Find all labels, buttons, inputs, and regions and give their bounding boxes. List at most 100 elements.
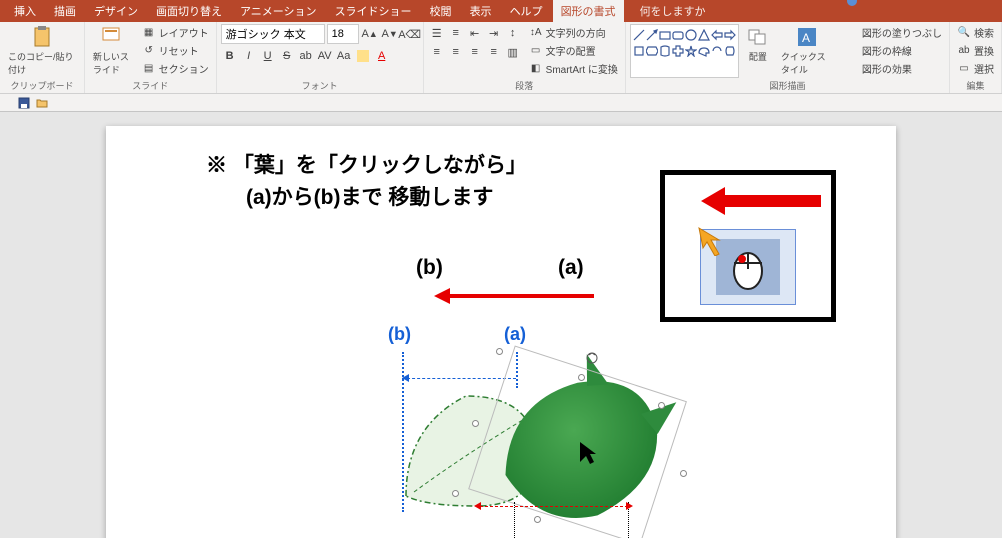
bullets-button[interactable]: ☰ — [428, 24, 446, 42]
section-button[interactable]: ▤セクション — [139, 60, 212, 77]
decrease-font-button[interactable]: A▼ — [381, 25, 399, 43]
sel-handle-mr[interactable] — [680, 470, 687, 477]
effects-icon — [845, 62, 859, 76]
tab-design[interactable]: デザイン — [86, 0, 146, 22]
tab-animations[interactable]: アニメーション — [232, 0, 325, 22]
black-guide-b — [514, 502, 515, 538]
italic-button[interactable]: I — [240, 47, 258, 65]
sel-handle-ml[interactable] — [472, 420, 479, 427]
paste-button[interactable]: このコピー/貼り付け — [4, 24, 80, 78]
clipboard-icon — [31, 26, 53, 48]
tab-shape-format[interactable]: 図形の書式 — [553, 0, 624, 22]
quick-access-bar — [0, 94, 1002, 112]
tell-me[interactable]: 何をしますか — [632, 0, 714, 22]
tab-review[interactable]: 校閲 — [422, 0, 460, 22]
arrange-icon — [747, 26, 769, 48]
group-editing-label: 編集 — [954, 78, 997, 93]
save-icon[interactable] — [18, 97, 30, 109]
replace-button[interactable]: ab置換 — [954, 42, 997, 59]
shapes-gallery[interactable] — [630, 24, 739, 78]
section-icon: ▤ — [142, 62, 156, 76]
quickstyles-icon: A — [796, 26, 818, 48]
group-clipboard-label: クリップボード — [4, 78, 80, 93]
sel-handle-tr[interactable] — [658, 402, 665, 409]
shadow-button[interactable]: ab — [297, 47, 315, 65]
smartart-icon: ◧ — [529, 62, 543, 76]
workspace: ※ 「葉」を「クリックしながら」 (a)から(b)まで 移動します — [0, 112, 1002, 538]
bold-button[interactable]: B — [221, 47, 239, 65]
ribbon: このコピー/貼り付け クリップボード 新しいスライド ▦レイアウト ↺リセット … — [0, 22, 1002, 94]
tab-slideshow[interactable]: スライドショー — [327, 0, 420, 22]
sel-handle-tm[interactable] — [578, 374, 585, 381]
highlight-button[interactable] — [354, 47, 372, 65]
sel-handle-bl[interactable] — [452, 490, 459, 497]
numbering-button[interactable]: ≡ — [447, 24, 465, 42]
spacing-button[interactable]: AV — [316, 47, 334, 65]
font-family-select[interactable] — [221, 24, 325, 44]
case-button[interactable]: Aa — [335, 47, 353, 65]
align-right-button[interactable]: ≡ — [466, 43, 484, 61]
text-direction-icon: ↕A — [529, 26, 543, 40]
replace-icon: ab — [957, 44, 971, 58]
inset-illustration — [660, 170, 836, 322]
font-size-select[interactable] — [327, 24, 359, 44]
folder-icon[interactable] — [36, 97, 48, 109]
reset-button[interactable]: ↺リセット — [139, 42, 212, 59]
red-hdist — [480, 506, 628, 507]
red-arrow-icon — [434, 286, 594, 306]
columns-button[interactable]: ▥ — [504, 43, 522, 61]
group-font-label: フォント — [221, 78, 419, 93]
tab-view[interactable]: 表示 — [462, 0, 500, 22]
text-direction-button[interactable]: ↕A文字列の方向 — [526, 24, 621, 41]
quickstyles-button[interactable]: A クイックスタイル — [777, 24, 838, 78]
label-a-top: (a) — [558, 256, 584, 280]
click-arrow-icon — [697, 226, 727, 256]
label-b-top: (b) — [416, 256, 443, 280]
tab-transitions[interactable]: 画面切り替え — [148, 0, 230, 22]
reset-icon: ↺ — [142, 44, 156, 58]
indent-inc-button[interactable]: ⇥ — [485, 24, 503, 42]
layout-button[interactable]: ▦レイアウト — [139, 24, 212, 41]
svg-text:A: A — [802, 31, 810, 45]
find-button[interactable]: 🔍検索 — [954, 24, 997, 41]
justify-button[interactable]: ≡ — [485, 43, 503, 61]
rotate-handle[interactable] — [586, 352, 598, 364]
select-button[interactable]: ▭選択 — [954, 60, 997, 77]
tab-draw[interactable]: 描画 — [46, 0, 84, 22]
new-slide-icon — [101, 26, 123, 48]
linespacing-button[interactable]: ↕ — [504, 24, 522, 42]
slide-canvas[interactable]: ※ 「葉」を「クリックしながら」 (a)から(b)まで 移動します — [106, 126, 896, 538]
select-icon: ▭ — [957, 62, 971, 76]
sel-handle-bm[interactable] — [534, 516, 541, 523]
tab-insert[interactable]: 挿入 — [6, 0, 44, 22]
mouse-icon — [728, 243, 768, 291]
text-align-icon: ▭ — [529, 44, 543, 58]
shape-effects-button[interactable]: 図形の効果 — [842, 60, 945, 77]
align-left-button[interactable]: ≡ — [428, 43, 446, 61]
label-b-blue: (b) — [388, 324, 411, 345]
group-drawing-label: 図形描画 — [630, 78, 945, 93]
align-center-button[interactable]: ≡ — [447, 43, 465, 61]
text-align-button[interactable]: ▭文字の配置 — [526, 42, 621, 59]
red-arrowhead-r-icon — [626, 502, 633, 510]
new-slide-button[interactable]: 新しいスライド — [89, 24, 135, 78]
underline-button[interactable]: U — [259, 47, 277, 65]
arrange-button[interactable]: 配置 — [743, 24, 773, 65]
red-arrowhead-l-icon — [474, 502, 481, 510]
selection-box — [456, 340, 696, 538]
mouse-selection-box — [700, 229, 796, 305]
instruction-text: ※ 「葉」を「クリックしながら」 (a)から(b)まで 移動します — [206, 150, 527, 213]
smartart-button[interactable]: ◧SmartArt に変換 — [526, 60, 621, 77]
tab-help[interactable]: ヘルプ — [502, 0, 551, 22]
layout-icon: ▦ — [142, 26, 156, 40]
instruction-line2: (a)から(b)まで 移動します — [246, 182, 527, 214]
search-icon: 🔍 — [957, 26, 971, 40]
strike-button[interactable]: S — [278, 47, 296, 65]
sel-handle-tl[interactable] — [496, 348, 503, 355]
increase-font-button[interactable]: A▲ — [361, 25, 379, 43]
indent-dec-button[interactable]: ⇤ — [466, 24, 484, 42]
group-slides-label: スライド — [89, 78, 212, 93]
font-color-button[interactable]: A — [373, 47, 391, 65]
inset-red-arrow-icon — [701, 185, 821, 217]
clear-format-button[interactable]: A⌫ — [401, 25, 419, 43]
